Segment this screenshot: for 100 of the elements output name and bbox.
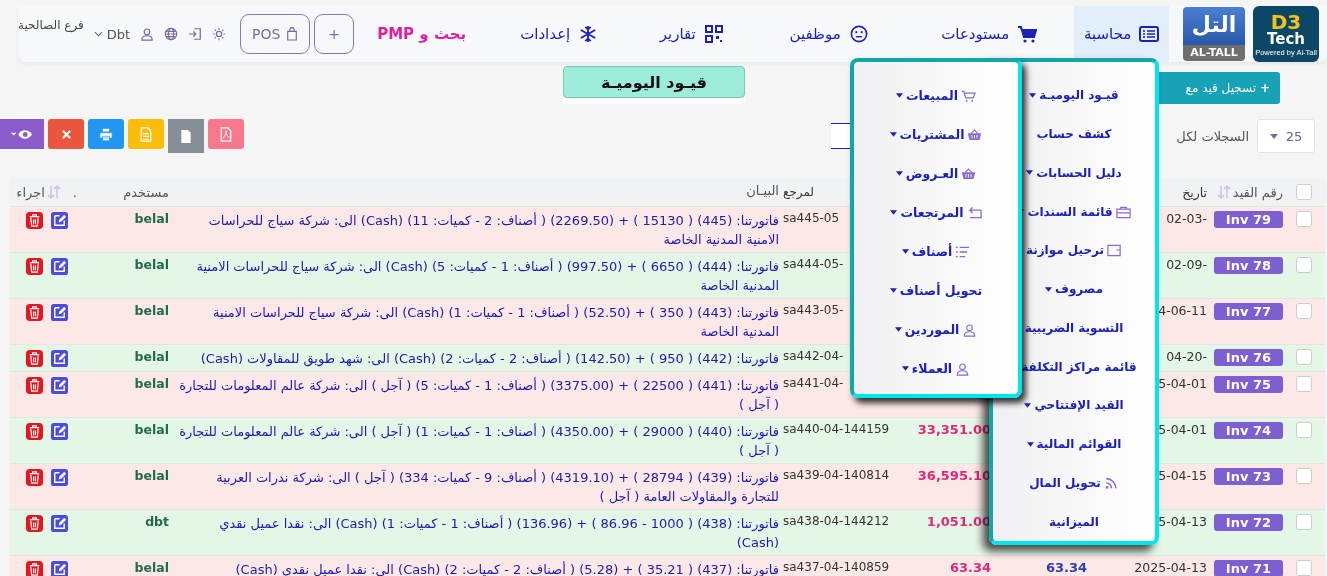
- column-header[interactable]: تاريخ: [1182, 184, 1207, 200]
- entry-number-badge[interactable]: Inv 77: [1213, 303, 1283, 320]
- branch-name: فرع الصالحية: [18, 18, 84, 32]
- menu-item[interactable]: أصناف: [901, 232, 971, 271]
- entry-number-badge[interactable]: Inv 71: [1213, 560, 1283, 576]
- row-checkbox[interactable]: [1296, 560, 1312, 576]
- description-cell-text: فاتورتنا: (444) ( 6650 ) + (997.50) ( أصناف: 1 - كميات: 5) (Cash) الى: شركة سياج للحراسات الامنية المدنية الخاصة: [195, 257, 779, 295]
- close-button[interactable]: [48, 119, 84, 149]
- nav-tab[interactable]: موظفين: [754, 6, 905, 62]
- menu-item[interactable]: كشف حساب: [1036, 114, 1112, 154]
- menu-item[interactable]: المشتريات: [889, 115, 983, 154]
- column-header[interactable]: لمرجع: [783, 185, 815, 199]
- column-visibility-button[interactable]: [0, 119, 44, 149]
- nav-tab[interactable]: تقارير: [629, 6, 755, 62]
- menu-item[interactable]: تحويل أصناف: [889, 271, 983, 310]
- print-button[interactable]: [88, 119, 124, 149]
- menu-item[interactable]: القيد الإفتتاحي: [1024, 386, 1124, 425]
- entry-number-badge[interactable]: Inv 73: [1213, 468, 1283, 485]
- list-icon: [955, 244, 971, 259]
- user-cell: belal: [134, 376, 169, 391]
- column-header[interactable]: .: [72, 184, 77, 200]
- menu-item[interactable]: ترحيل موازنة: [1025, 231, 1123, 270]
- snowflake-icon: [578, 25, 599, 43]
- row-checkbox[interactable]: [1296, 422, 1312, 438]
- globe-icon[interactable]: [164, 27, 179, 41]
- user-dropdown[interactable]: Dbt: [93, 26, 131, 42]
- row-checkbox[interactable]: [1296, 376, 1312, 392]
- date-cell: -02-09: [1166, 257, 1207, 272]
- menu-item[interactable]: القوائم المالية: [1026, 424, 1122, 464]
- entry-number-badge[interactable]: Inv 72: [1213, 514, 1283, 531]
- menu-item[interactable]: مصروف: [1044, 269, 1104, 309]
- entry-number-badge[interactable]: Inv 74: [1213, 422, 1283, 439]
- reference-cell: sa439-04-140814: [783, 468, 890, 482]
- menu-item[interactable]: دليل الحسابات: [1026, 153, 1122, 193]
- menu-item[interactable]: المرتجعات: [890, 193, 982, 232]
- column-header[interactable]: رقم القيد: [1232, 184, 1283, 200]
- delete-button[interactable]: [26, 257, 43, 276]
- user-icon: [955, 361, 971, 376]
- basket-icon: [967, 127, 983, 142]
- row-checkbox[interactable]: [1296, 514, 1312, 530]
- row-checkbox[interactable]: [1296, 303, 1312, 319]
- delete-button[interactable]: [26, 468, 43, 487]
- reference-cell: sa438-04-144212: [783, 514, 890, 528]
- menu-item[interactable]: الميزانية: [1049, 502, 1099, 541]
- column-header[interactable]: اجراء: [16, 184, 45, 200]
- file-export-button[interactable]: [168, 119, 204, 153]
- menu-item[interactable]: تحويل المال: [1029, 463, 1119, 503]
- delete-button[interactable]: [26, 560, 43, 576]
- column-header[interactable]: البيـان: [746, 183, 779, 198]
- row-checkbox[interactable]: [1296, 468, 1312, 484]
- pdf-export-button[interactable]: [208, 119, 244, 149]
- login-icon[interactable]: [188, 27, 203, 41]
- search-pmp-link[interactable]: بحث و PMP: [354, 25, 490, 43]
- entry-number-badge[interactable]: Inv 78: [1213, 257, 1283, 274]
- page-title: قيـود اليوميـة: [563, 66, 745, 98]
- reference-cell: sa443-05-: [783, 303, 844, 317]
- select-all-checkbox[interactable]: [1296, 184, 1312, 200]
- reference-cell: sa441-04-: [783, 376, 844, 390]
- nav-tab[interactable]: محاسبة: [1074, 6, 1170, 62]
- row-checkbox[interactable]: [1296, 211, 1312, 227]
- menu-item[interactable]: التسوية الضريبية: [1024, 308, 1124, 348]
- entry-number-badge[interactable]: Inv 76: [1213, 349, 1283, 366]
- edit-button[interactable]: [51, 422, 68, 441]
- entry-number-badge[interactable]: Inv 79: [1213, 211, 1283, 228]
- edit-button[interactable]: [51, 376, 68, 395]
- edit-button[interactable]: [51, 211, 68, 230]
- user-cell: belal: [134, 560, 169, 575]
- delete-button[interactable]: [26, 514, 43, 533]
- date-cell: 2025-04-13: [1134, 560, 1207, 575]
- delete-button[interactable]: [26, 211, 43, 230]
- delete-button[interactable]: [26, 422, 43, 441]
- entry-number-badge[interactable]: Inv 75: [1213, 376, 1283, 393]
- menu-item[interactable]: الموردين: [894, 310, 978, 349]
- sun-icon[interactable]: [212, 27, 227, 41]
- row-checkbox[interactable]: [1296, 257, 1312, 273]
- user-cell: belal: [134, 257, 169, 272]
- menu-item[interactable]: العملاء: [901, 349, 971, 388]
- description-cell-text: فاتورتنا: (445) ( 15130 ) + (2269.50) ( أصناف: 2 - كميات: 11) (Cash) الى: شركة سياج للحراسات الامنية المدنية الخاصة: [207, 211, 779, 249]
- row-checkbox[interactable]: [1296, 349, 1312, 365]
- nav-tab[interactable]: مستودعات: [904, 6, 1075, 62]
- edit-button[interactable]: [51, 303, 68, 322]
- user-cell: belal: [134, 211, 169, 226]
- delete-button[interactable]: [26, 303, 43, 322]
- add-button[interactable]: +: [314, 14, 355, 54]
- menu-item[interactable]: العـروض: [895, 154, 977, 193]
- edit-button[interactable]: [51, 257, 68, 276]
- edit-button[interactable]: [51, 349, 68, 368]
- delete-button[interactable]: [26, 376, 43, 395]
- nav-tab[interactable]: إعدادات: [489, 6, 630, 62]
- edit-button[interactable]: [51, 514, 68, 533]
- edit-button[interactable]: [51, 468, 68, 487]
- user-cell: belal: [134, 468, 169, 483]
- pos-button[interactable]: POS: [240, 14, 311, 54]
- column-header[interactable]: مستخدم: [123, 184, 169, 200]
- delete-button[interactable]: [26, 349, 43, 368]
- user-icon[interactable]: [140, 27, 155, 41]
- page-size-select[interactable]: 25: [1257, 119, 1315, 153]
- menu-item[interactable]: قيـود اليوميـة: [1029, 76, 1119, 115]
- menu-item[interactable]: المبيعات: [896, 76, 976, 115]
- edit-button[interactable]: [51, 560, 68, 576]
